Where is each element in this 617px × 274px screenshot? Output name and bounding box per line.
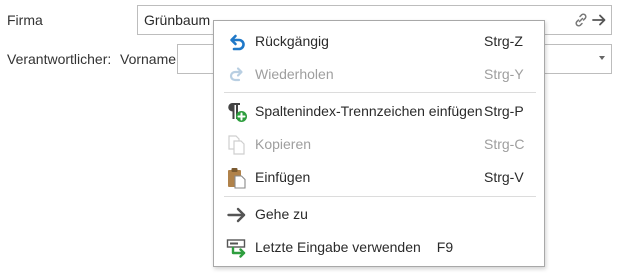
menu-item-shortcut: Strg-Y bbox=[484, 66, 524, 82]
menu-item-label: Kopieren bbox=[255, 136, 312, 152]
menu-item-shortcut: Strg-C bbox=[484, 136, 525, 152]
go-arrow-icon[interactable] bbox=[591, 12, 607, 28]
menu-item-paste[interactable]: Einfügen Strg-V bbox=[214, 161, 544, 193]
copy-icon bbox=[228, 135, 245, 155]
undo-icon bbox=[230, 34, 245, 51]
menu-item-label: Letzte Eingabe verwenden F9 bbox=[255, 239, 453, 255]
last-input-icon bbox=[226, 239, 246, 258]
paste-icon bbox=[228, 168, 246, 189]
chevron-down-icon[interactable] bbox=[599, 56, 605, 60]
menu-item-label: Gehe zu bbox=[255, 206, 308, 222]
menu-item-copy[interactable]: Kopieren Strg-C bbox=[214, 128, 544, 160]
menu-separator bbox=[224, 92, 536, 93]
context-menu: Rückgängig Strg-Z Wiederholen Strg-Y Spa… bbox=[213, 20, 545, 267]
menu-item-use-last-input[interactable]: Letzte Eingabe verwenden F9 bbox=[214, 231, 544, 263]
pilcrow-add-icon bbox=[228, 103, 247, 122]
menu-item-shortcut: Strg-P bbox=[484, 103, 524, 119]
arrow-right-icon bbox=[227, 207, 246, 223]
menu-item-label-text: Letzte Eingabe verwenden bbox=[255, 239, 421, 255]
menu-item-label: Rückgängig bbox=[255, 33, 329, 49]
menu-item-label: Wiederholen bbox=[255, 66, 334, 82]
menu-item-label: Spaltenindex-Trennzeichen einfügen bbox=[255, 103, 483, 119]
menu-item-goto[interactable]: Gehe zu bbox=[214, 198, 544, 230]
menu-item-insert-column-separator[interactable]: Spaltenindex-Trennzeichen einfügen Strg-… bbox=[214, 95, 544, 127]
menu-item-shortcut: F9 bbox=[436, 239, 454, 255]
link-icon[interactable] bbox=[573, 12, 589, 28]
menu-item-shortcut: Strg-V bbox=[484, 169, 524, 185]
verantwortlicher-label: Verantwortlicher: bbox=[7, 51, 112, 67]
vorname-label: Vorname bbox=[120, 51, 177, 67]
firma-label: Firma bbox=[7, 12, 43, 28]
form-stage: Firma Grünbaum Verantwortlicher: Vorname bbox=[0, 0, 617, 274]
menu-item-redo[interactable]: Wiederholen Strg-Y bbox=[214, 58, 544, 90]
firma-input-value: Grünbaum bbox=[144, 12, 211, 28]
redo-icon bbox=[229, 67, 243, 82]
menu-item-shortcut: Strg-Z bbox=[484, 33, 523, 49]
menu-item-label: Einfügen bbox=[255, 169, 311, 185]
menu-separator bbox=[224, 196, 536, 197]
menu-item-undo[interactable]: Rückgängig Strg-Z bbox=[214, 25, 544, 57]
